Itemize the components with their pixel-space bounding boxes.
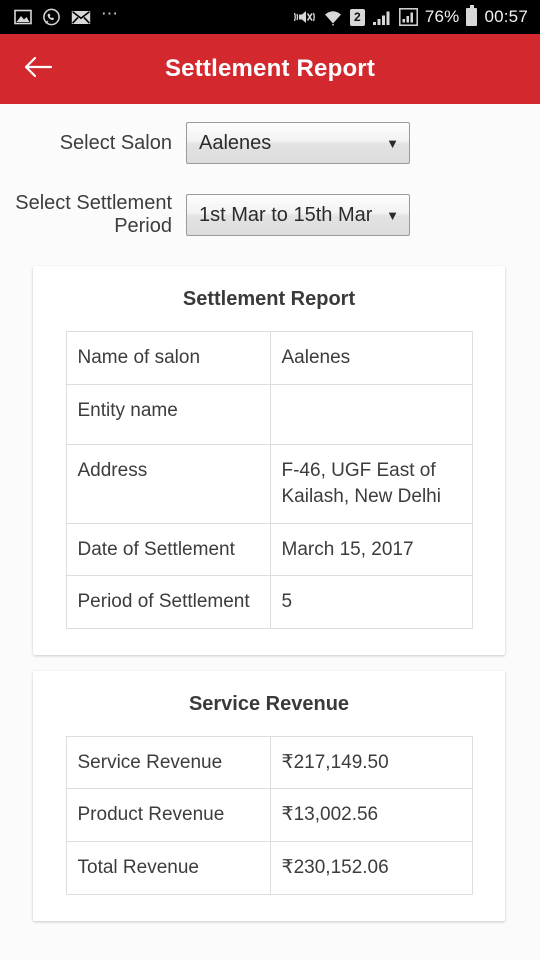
table-body: Service Revenue ₹217,149.50 Product Reve… [65,735,473,895]
page-title: Settlement Report [164,55,376,82]
select-salon-label: Select Salon [59,131,172,154]
period-dropdown-value: 1st Mar to 15th Mar [199,203,373,226]
card-title: Settlement Report [182,288,356,310]
table-row: Date of Settlement March 15, 2017 [65,522,473,577]
service-revenue-table: Service Revenue ₹217,149.50 Product Reve… [65,735,473,895]
salon-dropdown-value: Aalenes [199,131,272,154]
row-key: Address [65,444,271,524]
row-key: Product Revenue [65,788,271,843]
table-row: Product Revenue ₹13,002.56 [65,788,473,843]
status-bar: ⋯ 2 76% 00:57 [0,0,540,34]
row-value: ₹230,152.06 [269,841,473,895]
clock-label: 00:57 [484,7,528,26]
overflow-dots-icon: ⋯ [101,4,119,23]
chevron-down-icon: ▼ [386,207,399,223]
settlement-report-card: Settlement Report Name of salon Aalenes … [33,266,505,655]
row-key: Total Revenue [65,841,271,895]
row-value: ₹217,149.50 [269,735,473,790]
service-revenue-card: Service Revenue Service Revenue ₹217,149… [33,670,505,921]
table-row: Address F-46, UGF East of Kailash, New D… [65,444,473,524]
chevron-down-icon: ▼ [386,135,399,151]
mail-icon [71,10,91,25]
row-value: ₹13,002.56 [269,788,473,843]
battery-icon [466,5,478,26]
table-row: Entity name [65,383,473,446]
table-row: Period of Settlement 5 [65,575,473,629]
filter-form: Select Salon Aalenes ▼ Select Settlement… [0,104,540,238]
row-key: Service Revenue [65,735,271,790]
select-period-label: Select Settlement Period [15,192,172,237]
row-key: Name of salon [65,331,271,385]
row-key: Entity name [65,383,271,446]
row-value: 5 [269,575,473,629]
app-bar: Settlement Report [0,34,540,104]
vibrate-mute-icon [292,8,316,26]
table-row: Service Revenue ₹217,149.50 [65,735,473,790]
period-dropdown[interactable]: 1st Mar to 15th Mar ▼ [186,194,410,236]
period-row: Select Settlement Period 1st Mar to 15th… [0,192,540,238]
row-value: March 15, 2017 [269,522,473,577]
salon-row: Select Salon Aalenes ▼ [0,122,540,164]
row-value [269,383,473,446]
signal-bars-icon [372,9,392,26]
sim2-icon: 2 [349,8,365,26]
table-body: Name of salon Aalenes Entity name Addres… [65,331,473,629]
row-key: Date of Settlement [65,522,271,577]
wifi-icon [323,9,343,26]
card-title: Service Revenue [188,692,350,715]
whatsapp-icon [42,8,61,27]
row-value: F-46, UGF East of Kailash, New Delhi [269,444,473,524]
table-row: Name of salon Aalenes [65,331,473,385]
image-icon [14,9,32,25]
row-value: Aalenes [269,331,473,385]
table-row: Total Revenue ₹230,152.06 [65,841,473,895]
row-key: Period of Settlement [65,575,271,629]
arrow-left-icon [23,55,53,84]
back-button[interactable] [18,49,58,89]
status-bar-system: 2 76% 00:57 [292,5,528,27]
salon-dropdown[interactable]: Aalenes ▼ [186,122,410,164]
status-bar-notifications: ⋯ [14,4,292,27]
battery-percent-label: 76% [424,7,460,26]
settlement-report-table: Name of salon Aalenes Entity name Addres… [65,331,473,629]
signal-bars-alt-icon [398,8,418,26]
